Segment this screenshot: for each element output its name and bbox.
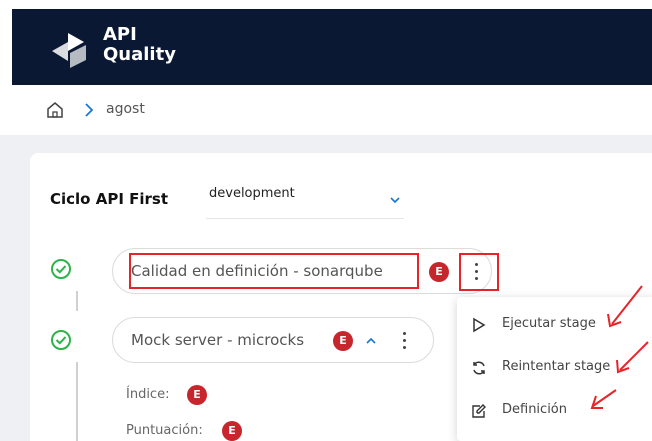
score-label: Puntuación: [126, 423, 203, 438]
edit-icon [472, 404, 486, 418]
environment-value: development [209, 186, 295, 201]
play-icon [473, 317, 486, 333]
stage-card-microcks[interactable]: Mock server - microcks E [112, 317, 434, 363]
breadcrumb: agost [0, 87, 652, 135]
annotation-arrows [590, 285, 649, 409]
highlight-box-kebab [459, 253, 499, 291]
app-title-line2: Quality [103, 44, 176, 65]
score-badge: E [222, 421, 242, 441]
more-options-icon[interactable] [394, 328, 414, 352]
refresh-icon [473, 361, 485, 375]
check-circle-icon [51, 259, 71, 279]
check-circle-icon [51, 330, 71, 350]
status-badge: E [333, 331, 353, 351]
highlight-box-stage-label [129, 253, 419, 289]
breadcrumb-item[interactable]: agost [106, 101, 145, 117]
chevron-down-icon [390, 197, 400, 204]
menu-item-label: Ejecutar stage [502, 316, 596, 331]
cycle-label: Ciclo API First [50, 190, 169, 208]
index-label: Índice: [126, 387, 170, 402]
app-title-line1: API [103, 24, 137, 45]
chevron-up-icon[interactable] [365, 336, 377, 346]
chevron-right-icon [85, 103, 94, 117]
timeline-connector [76, 362, 78, 441]
status-badge: E [429, 262, 449, 282]
stage-label: Mock server - microcks [131, 331, 305, 349]
app-title: API Quality [103, 25, 176, 65]
environment-select[interactable]: development [206, 181, 404, 219]
app-header: API Quality [12, 9, 652, 85]
index-badge: E [187, 385, 207, 405]
home-icon[interactable] [46, 101, 64, 119]
timeline-connector [76, 291, 78, 311]
menu-item-label: Definición [502, 402, 567, 417]
api-quality-logo-icon [52, 33, 86, 68]
